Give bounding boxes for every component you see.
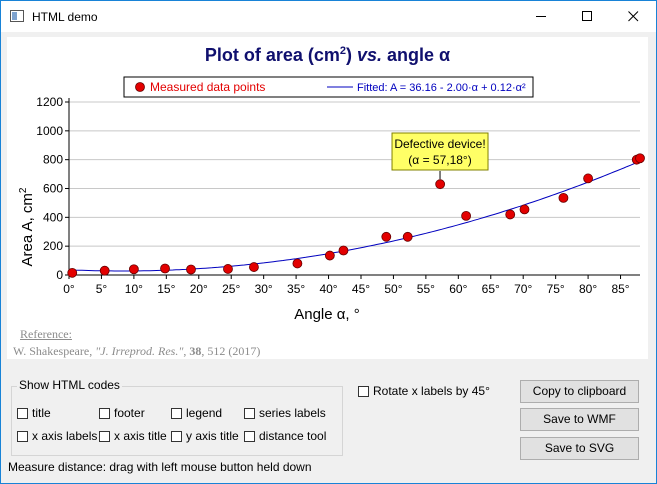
- annotation-line1: Defective device!: [394, 137, 485, 151]
- x-tick-label: 75°: [547, 282, 565, 296]
- x-tick-label: 5°: [96, 282, 108, 296]
- x-tick-label: 70°: [514, 282, 532, 296]
- title-bar: HTML demo: [1, 1, 656, 32]
- x-tick-label: 30°: [255, 282, 273, 296]
- rotate-x-labels-checkbox[interactable]: Rotate x labels by 45°: [358, 384, 490, 398]
- checkbox-box[interactable]: [17, 407, 28, 419]
- annotation-line2: (α = 57,18°): [408, 153, 471, 167]
- data-point: [99, 265, 110, 276]
- close-icon: [628, 11, 639, 22]
- x-axis-label: Angle α, °: [294, 306, 360, 323]
- save-to-wmf-button[interactable]: Save to WMF: [520, 408, 639, 431]
- legend-marker-points: [135, 82, 145, 92]
- copy-to-clipboard-button[interactable]: Copy to clipboard: [520, 380, 639, 403]
- y-tick-label: 1000: [36, 124, 63, 138]
- y-axis-label: Area A, cm2: [18, 187, 36, 266]
- checkbox-box[interactable]: [244, 430, 255, 442]
- data-point: [635, 153, 645, 164]
- data-point: [223, 264, 233, 274]
- data-point: [186, 264, 196, 275]
- status-text: Measure distance: drag with left mouse b…: [8, 460, 312, 474]
- y-axis-title-checkbox[interactable]: y axis title: [171, 429, 239, 443]
- checkbox-box[interactable]: [244, 407, 255, 419]
- y-tick-label: 200: [43, 239, 63, 253]
- data-point: [435, 179, 446, 190]
- data-point: [160, 263, 170, 274]
- chart-panel[interactable]: Plot of area (cm2) vs. angle α 0 200 400 60…: [7, 37, 648, 359]
- x-tick-label: 60°: [449, 282, 467, 296]
- y-tick-label: 400: [43, 210, 63, 224]
- maximize-button[interactable]: [564, 1, 610, 32]
- checkbox-box[interactable]: [17, 430, 28, 442]
- legend-label-fit: Fitted: A = 36.16 - 2.00·α + 0.12·α²: [357, 82, 526, 94]
- save-to-svg-button[interactable]: Save to SVG: [520, 437, 639, 460]
- checkbox-box[interactable]: [99, 407, 110, 419]
- x-tick-label: 50°: [384, 282, 402, 296]
- data-point: [338, 245, 349, 256]
- data-point: [381, 231, 392, 242]
- x-tick-label: 10°: [125, 282, 143, 296]
- data-point: [249, 262, 259, 272]
- y-tick-label: 0: [56, 268, 63, 282]
- data-point: [505, 209, 516, 220]
- y-tick-label: 600: [43, 182, 63, 196]
- legend-checkbox[interactable]: legend: [171, 406, 222, 420]
- checkbox-box[interactable]: [99, 430, 110, 442]
- chart-svg: 0 200 400 600 800 1000 1200 0° 5° 10° 15° 20° 25° 30°…: [18, 76, 645, 323]
- x-tick-label: 25°: [222, 282, 240, 296]
- data-point: [558, 192, 569, 203]
- x-tick-label: 20°: [190, 282, 208, 296]
- legend-label-points: Measured data points: [150, 80, 265, 94]
- fitted-curve: [68, 160, 641, 272]
- close-button[interactable]: [610, 1, 656, 32]
- series-labels-checkbox[interactable]: series labels: [244, 406, 326, 420]
- app-icon: [10, 10, 24, 22]
- minimize-button[interactable]: [518, 1, 564, 32]
- data-point: [402, 231, 413, 242]
- x-tick-label: 15°: [157, 282, 175, 296]
- minimize-icon: [536, 16, 546, 17]
- x-tick-label: 55°: [417, 282, 435, 296]
- checkbox-box[interactable]: [171, 407, 182, 419]
- x-tick-label: 80°: [579, 282, 597, 296]
- data-point: [324, 250, 335, 261]
- data-point: [461, 210, 472, 221]
- window-title: HTML demo: [32, 10, 98, 24]
- checkbox-box[interactable]: [171, 430, 182, 442]
- y-tick-label: 1200: [36, 95, 63, 109]
- y-tick-label: 800: [43, 153, 63, 167]
- data-point: [292, 258, 303, 269]
- data-point: [583, 173, 593, 184]
- distance-tool-checkbox[interactable]: distance tool: [244, 429, 326, 443]
- x-tick-label: 85°: [611, 282, 629, 296]
- reference-text: W. Shakespeare, "J. Irreprod. Res.", 38,…: [13, 344, 261, 358]
- checkbox-box[interactable]: [358, 385, 369, 397]
- html-codes-group-title: Show HTML codes: [17, 378, 122, 392]
- data-point: [67, 267, 78, 278]
- x-tick-label: 40°: [319, 282, 337, 296]
- x-tick-label: 0°: [63, 282, 75, 296]
- data-point: [128, 264, 139, 275]
- reference-label: Reference:: [20, 327, 72, 341]
- x-axis-labels-checkbox[interactable]: x axis labels: [17, 429, 97, 443]
- x-tick-label: 65°: [482, 282, 500, 296]
- x-tick-label: 35°: [287, 282, 305, 296]
- x-axis-title-checkbox[interactable]: x axis title: [99, 429, 167, 443]
- footer-checkbox[interactable]: footer: [99, 406, 145, 420]
- maximize-icon: [582, 11, 592, 21]
- title-checkbox[interactable]: title: [17, 406, 51, 420]
- data-point: [519, 204, 530, 215]
- x-tick-label: 45°: [352, 282, 370, 296]
- html-codes-group: [11, 386, 343, 456]
